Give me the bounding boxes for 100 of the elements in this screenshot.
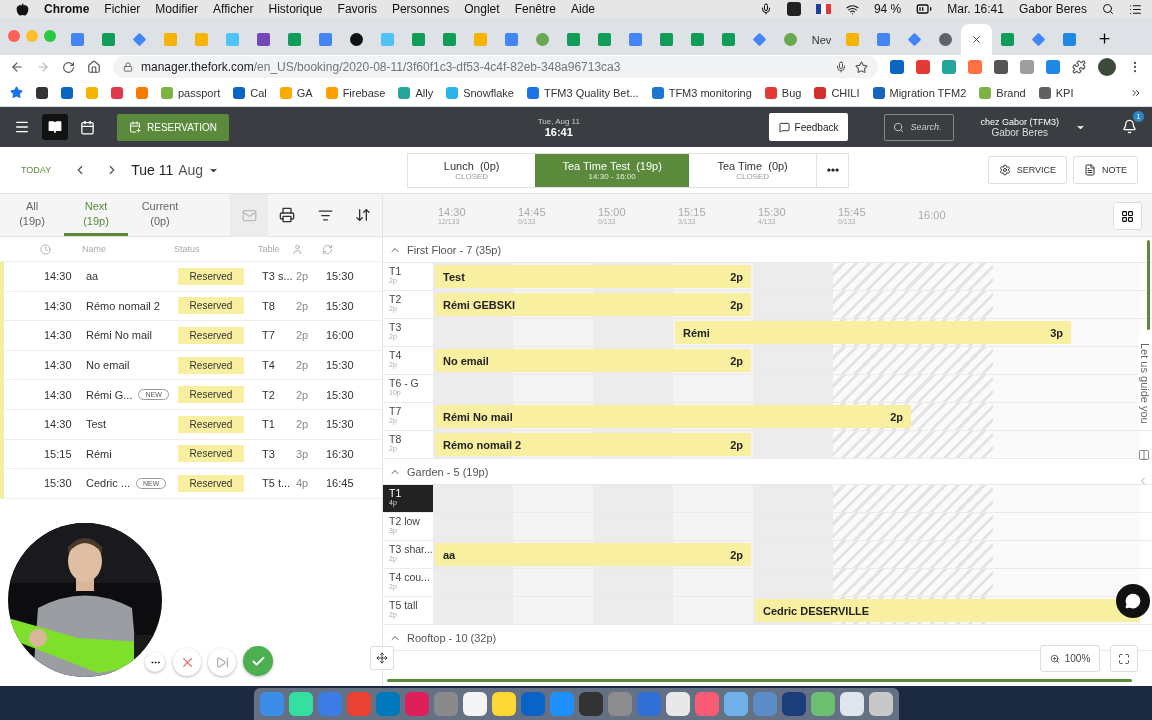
menu-item[interactable]: Modifier xyxy=(155,2,199,16)
status-icon[interactable] xyxy=(786,2,801,16)
booking-bar[interactable]: aa 2p xyxy=(435,543,751,566)
extension-icon[interactable] xyxy=(968,60,982,74)
booking-bar[interactable]: Rémi GEBSKI 2p xyxy=(435,293,751,316)
address-bar[interactable]: manager.thefork.com/en_US/booking/2020-08-11/3f60f1c3-df53-4c4f-82eb-348a96713ca3 xyxy=(113,56,878,78)
booking-bar[interactable]: No email 2p xyxy=(435,349,751,372)
menu-item[interactable]: Historique xyxy=(268,2,323,16)
bookmark[interactable]: CHILI xyxy=(814,86,860,99)
extension-icon[interactable] xyxy=(890,60,904,74)
book-button[interactable] xyxy=(42,114,68,140)
extension-icon[interactable] xyxy=(1020,60,1034,74)
menu-icon[interactable] xyxy=(14,119,30,135)
booking-row[interactable]: 15:15 Rémi Reserved T3 3p 16:30 xyxy=(0,439,382,470)
bookmark[interactable] xyxy=(61,86,73,99)
app-icon[interactable] xyxy=(781,692,806,716)
app-icon[interactable] xyxy=(491,692,516,716)
search-field[interactable]: Search. xyxy=(884,113,955,141)
menu-item[interactable]: Chrome xyxy=(44,2,90,16)
booking-bar[interactable]: Rémo nomail 2 2p xyxy=(435,433,751,456)
booking-row[interactable]: 14:30 Test Reserved T1 2p 15:30 xyxy=(0,409,382,440)
app-icon[interactable] xyxy=(288,692,313,716)
booking-row[interactable]: 14:30 Rémi No mail Reserved T7 2p 16:00 xyxy=(0,321,382,351)
booking-bar[interactable]: Rémi No mail 2p xyxy=(435,405,911,428)
timeline-track[interactable]: aa 2p xyxy=(433,541,1140,568)
bookmark[interactable]: TFM3 Quality Bet... xyxy=(526,86,639,99)
microphone-icon[interactable] xyxy=(835,61,847,73)
timeline-track[interactable]: Rémi No mail 2p xyxy=(433,403,1140,430)
guide-tab[interactable]: Let us guide you xyxy=(1138,339,1152,428)
reservation-button[interactable]: RESERVATION xyxy=(117,113,229,141)
menu-item[interactable]: Personnes xyxy=(391,2,450,16)
microphone-icon[interactable] xyxy=(759,3,772,15)
reload-button[interactable] xyxy=(62,60,75,74)
flag-icon[interactable] xyxy=(815,4,831,14)
chat-button[interactable] xyxy=(1116,584,1150,618)
zoom-window-button[interactable] xyxy=(44,30,56,42)
menu-item[interactable]: Onglet xyxy=(464,2,500,16)
filter-tab[interactable]: Current (0p) xyxy=(128,194,192,236)
feedback-button[interactable]: Feedback xyxy=(768,113,849,141)
menu-item[interactable]: Fenêtre xyxy=(514,2,556,16)
profile-avatar[interactable] xyxy=(1098,58,1116,76)
timeline-track[interactable]: Rémi GEBSKI 2p xyxy=(433,291,1140,318)
timeline-track[interactable]: Test 2p xyxy=(433,263,1140,290)
booking-bar[interactable]: Rémi 3p xyxy=(675,321,1071,344)
filter-tab[interactable]: Next (19p) xyxy=(64,194,128,236)
app-icon[interactable] xyxy=(578,692,603,716)
booking-row[interactable]: 14:30 No email Reserved T4 2p 15:30 xyxy=(0,350,382,381)
bookmark[interactable]: Migration TFM2 xyxy=(872,86,967,99)
bookmark[interactable]: KPI xyxy=(1038,86,1074,99)
new-tab-button[interactable] xyxy=(1097,31,1112,46)
bookmark[interactable]: Snowflake xyxy=(446,86,514,99)
home-button[interactable] xyxy=(87,60,101,74)
note-button[interactable]: NOTE xyxy=(1073,156,1138,184)
menu-item[interactable]: Afficher xyxy=(213,2,254,16)
forward-button[interactable] xyxy=(36,60,50,74)
back-button[interactable] xyxy=(10,60,24,74)
app-icon[interactable] xyxy=(723,692,748,716)
timeline-track[interactable]: Rémi 3p xyxy=(433,319,1140,346)
app-icon[interactable] xyxy=(810,692,835,716)
bookmark[interactable]: Cal xyxy=(233,86,267,99)
bookmark-star-icon[interactable] xyxy=(855,60,868,74)
star-icon[interactable] xyxy=(10,86,23,99)
list-icon[interactable] xyxy=(1129,2,1142,16)
service-tab[interactable]: Tea Time Test (19p) 14:30 - 16:00 xyxy=(535,153,690,187)
close-tab-icon[interactable] xyxy=(971,34,982,45)
bookmark[interactable]: Bug xyxy=(764,86,802,99)
battery-icon[interactable] xyxy=(916,1,933,17)
notifications-icon[interactable] xyxy=(1122,119,1137,134)
bookmark[interactable]: Firebase xyxy=(325,86,386,99)
bookmark[interactable] xyxy=(36,86,48,99)
scrollbar[interactable] xyxy=(387,679,1132,682)
timeline-track[interactable]: Cedric DESERVILLE xyxy=(433,597,1140,624)
extension-icon[interactable] xyxy=(1046,60,1060,74)
wifi-icon[interactable] xyxy=(845,2,859,16)
clock[interactable]: Mar. 16:41 xyxy=(947,2,1004,16)
date-picker[interactable]: Tue 11 Aug xyxy=(131,162,220,178)
service-button[interactable]: SERVICE xyxy=(987,156,1067,184)
extension-icon[interactable] xyxy=(916,60,930,74)
extensions-icon[interactable] xyxy=(1072,60,1086,74)
timeline-track[interactable]: No email 2p xyxy=(433,347,1140,374)
browser-tab[interactable]: Nev xyxy=(806,24,837,55)
menu-item[interactable]: Fichier xyxy=(104,2,141,16)
zoom-button[interactable]: 100% xyxy=(1040,645,1100,672)
extension-icon[interactable] xyxy=(942,60,956,74)
layout-button[interactable] xyxy=(1113,202,1142,230)
extension-icon[interactable] xyxy=(994,60,1008,74)
booking-row[interactable]: 14:30 aa Reserved T3 s... 2p 15:30 xyxy=(0,262,382,292)
timeline-track[interactable]: Rémo nomail 2 2p xyxy=(433,431,1140,458)
menu-item[interactable]: Aide xyxy=(571,2,595,16)
booking-bar[interactable]: Test 2p xyxy=(435,265,751,288)
filter-tab[interactable]: All (19p) xyxy=(0,194,64,236)
bookmark[interactable]: passport xyxy=(161,86,221,99)
bookmark[interactable]: Ally xyxy=(398,86,434,99)
booking-row[interactable]: 14:30 Rémo nomail 2 Reserved T8 2p 15:30 xyxy=(0,291,382,322)
scrollbar[interactable] xyxy=(1147,240,1150,330)
user-name[interactable]: Gabor Beres xyxy=(1018,2,1087,16)
app-icon[interactable] xyxy=(868,692,893,716)
bookmark[interactable]: Brand xyxy=(979,86,1026,99)
panel-icon[interactable] xyxy=(1138,449,1150,461)
move-button[interactable] xyxy=(370,646,394,670)
